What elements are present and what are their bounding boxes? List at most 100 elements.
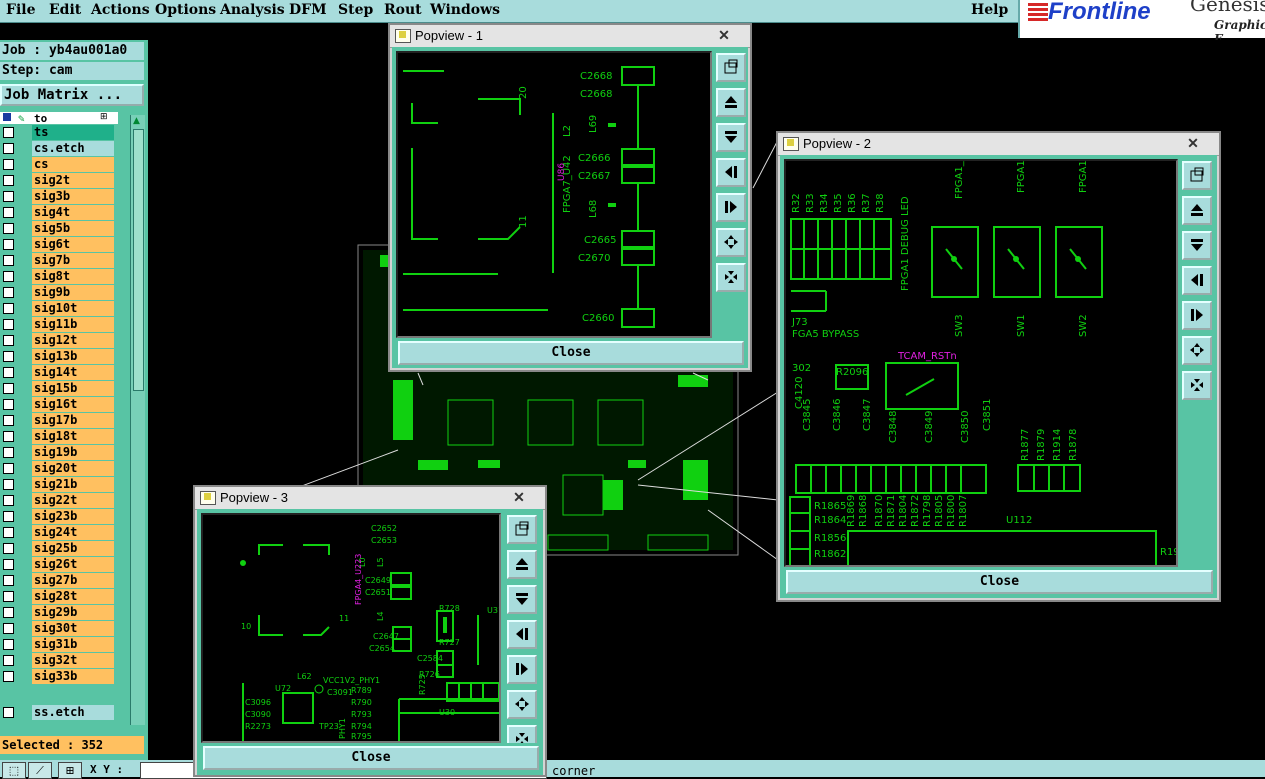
- layer-checkbox[interactable]: [3, 591, 14, 602]
- popview-3-close-x-icon[interactable]: ✕: [507, 489, 531, 506]
- zoom-home-icon[interactable]: [716, 53, 746, 82]
- layer-row[interactable]: ss.etch: [0, 705, 118, 720]
- layer-row[interactable]: sig13b: [0, 349, 118, 364]
- popview-2-close-button[interactable]: Close: [786, 570, 1213, 594]
- layer-checkbox[interactable]: [3, 607, 14, 618]
- popview-2-close-x-icon[interactable]: ✕: [1181, 135, 1205, 152]
- layer-checkbox[interactable]: [3, 351, 14, 362]
- layer-name[interactable]: sig32t: [32, 653, 114, 668]
- layer-name[interactable]: sig31b: [32, 637, 114, 652]
- zoom-in-icon[interactable]: [716, 228, 746, 257]
- layer-checkbox[interactable]: [3, 479, 14, 490]
- layer-row[interactable]: sig27b: [0, 573, 118, 588]
- layer-row[interactable]: sig5b: [0, 221, 118, 236]
- menu-help[interactable]: Help: [971, 2, 1008, 18]
- layer-name[interactable]: sig24t: [32, 525, 114, 540]
- layer-checkbox[interactable]: [3, 239, 14, 250]
- layer-checkbox[interactable]: [3, 271, 14, 282]
- layer-checkbox[interactable]: [3, 255, 14, 266]
- layer-row[interactable]: sig33b: [0, 669, 118, 684]
- layer-name[interactable]: sig9b: [32, 285, 114, 300]
- popview-3-titlebar[interactable]: Popview - 3 ✕: [195, 487, 545, 510]
- layer-row[interactable]: sig7b: [0, 253, 118, 268]
- layer-name[interactable]: cs.etch: [32, 141, 114, 156]
- layer-checkbox[interactable]: [3, 303, 14, 314]
- layer-name[interactable]: sig12t: [32, 333, 114, 348]
- menu-edit[interactable]: Edit: [49, 2, 81, 18]
- layer-name[interactable]: sig29b: [32, 605, 114, 620]
- layer-name[interactable]: ts: [32, 125, 114, 140]
- layer-row[interactable]: sig30t: [0, 621, 118, 636]
- zoom-out-icon[interactable]: [507, 725, 537, 743]
- pan-right-icon[interactable]: [1182, 301, 1212, 330]
- layer-name[interactable]: sig7b: [32, 253, 114, 268]
- layer-name[interactable]: sig23b: [32, 509, 114, 524]
- layer-name[interactable]: sig26t: [32, 557, 114, 572]
- layer-name[interactable]: sig30t: [32, 621, 114, 636]
- pan-up-icon[interactable]: [716, 88, 746, 117]
- popview-1-close-x-icon[interactable]: ✕: [712, 27, 736, 44]
- layer-checkbox[interactable]: [3, 415, 14, 426]
- layer-row[interactable]: sig26t: [0, 557, 118, 572]
- layer-checkbox[interactable]: [3, 623, 14, 634]
- layer-row[interactable]: sig3b: [0, 189, 118, 204]
- layer-scrollbar-thumb[interactable]: [133, 129, 144, 391]
- layer-checkbox[interactable]: [3, 495, 14, 506]
- popview-3-viewport[interactable]: C2652 C2653 C2649 C2651 C2647 C2654 R728…: [201, 513, 501, 743]
- layer-checkbox[interactable]: [3, 543, 14, 554]
- layer-row[interactable]: sig6t: [0, 237, 118, 252]
- layer-name[interactable]: sig5b: [32, 221, 114, 236]
- layer-row[interactable]: sig9b: [0, 285, 118, 300]
- layer-checkbox[interactable]: [3, 367, 14, 378]
- popview-3-close-button[interactable]: Close: [203, 746, 539, 770]
- popview-2-viewport[interactable]: R32 R33 R34 R35 R36 R37 R38 FPGA1 DEBUG …: [784, 159, 1178, 567]
- layer-checkbox[interactable]: [3, 143, 14, 154]
- menu-analysis[interactable]: Analysis: [220, 2, 285, 18]
- popview-1-viewport[interactable]: C2668 C2668 L69 C2666 C2667 L68 C2665 C2…: [396, 51, 712, 338]
- tool-select-icon[interactable]: ⬚: [2, 762, 26, 779]
- zoom-home-icon[interactable]: [507, 515, 537, 544]
- popview-1-titlebar[interactable]: Popview - 1 ✕: [390, 25, 750, 48]
- layer-row[interactable]: sig12t: [0, 333, 118, 348]
- menu-actions[interactable]: Actions: [91, 2, 150, 18]
- layer-checkbox[interactable]: [3, 335, 14, 346]
- layer-row[interactable]: ts: [0, 125, 118, 140]
- layer-name[interactable]: sig25b: [32, 541, 114, 556]
- popview-2-titlebar[interactable]: Popview - 2 ✕: [778, 133, 1219, 156]
- layer-name[interactable]: sig6t: [32, 237, 114, 252]
- layer-row[interactable]: sig22t: [0, 493, 118, 508]
- pan-up-icon[interactable]: [1182, 196, 1212, 225]
- scroll-up-icon[interactable]: ▲: [133, 116, 140, 126]
- layer-row[interactable]: sig14t: [0, 365, 118, 380]
- pan-down-icon[interactable]: [716, 123, 746, 152]
- layer-name[interactable]: ss.etch: [32, 705, 114, 720]
- layer-row[interactable]: sig25b: [0, 541, 118, 556]
- menu-rout[interactable]: Rout: [384, 2, 422, 18]
- layer-row[interactable]: sig16t: [0, 397, 118, 412]
- layer-checkbox[interactable]: [3, 287, 14, 298]
- layer-checkbox[interactable]: [3, 431, 14, 442]
- layer-row[interactable]: sig32t: [0, 653, 118, 668]
- pan-down-icon[interactable]: [1182, 231, 1212, 260]
- pan-right-icon[interactable]: [507, 655, 537, 684]
- layer-row[interactable]: sig20t: [0, 461, 118, 476]
- layer-row[interactable]: sig28t: [0, 589, 118, 604]
- layer-name[interactable]: sig15b: [32, 381, 114, 396]
- layer-name[interactable]: sig22t: [32, 493, 114, 508]
- popview-1-close-button[interactable]: Close: [398, 341, 744, 365]
- zoom-out-icon[interactable]: [1182, 371, 1212, 400]
- layer-row[interactable]: sig24t: [0, 525, 118, 540]
- pan-left-icon[interactable]: [507, 620, 537, 649]
- menu-options[interactable]: Options: [155, 2, 216, 18]
- layer-checkbox[interactable]: [3, 671, 14, 682]
- layer-name[interactable]: sig33b: [32, 669, 114, 684]
- layer-checkbox[interactable]: [3, 383, 14, 394]
- layer-name[interactable]: sig13b: [32, 349, 114, 364]
- layer-checkbox[interactable]: [3, 655, 14, 666]
- layer-scrollbar[interactable]: ▲: [130, 115, 145, 725]
- layer-name[interactable]: sig11b: [32, 317, 114, 332]
- layer-name[interactable]: sig10t: [32, 301, 114, 316]
- layer-checkbox[interactable]: [3, 639, 14, 650]
- layer-checkbox[interactable]: [3, 707, 14, 718]
- layer-name[interactable]: sig21b: [32, 477, 114, 492]
